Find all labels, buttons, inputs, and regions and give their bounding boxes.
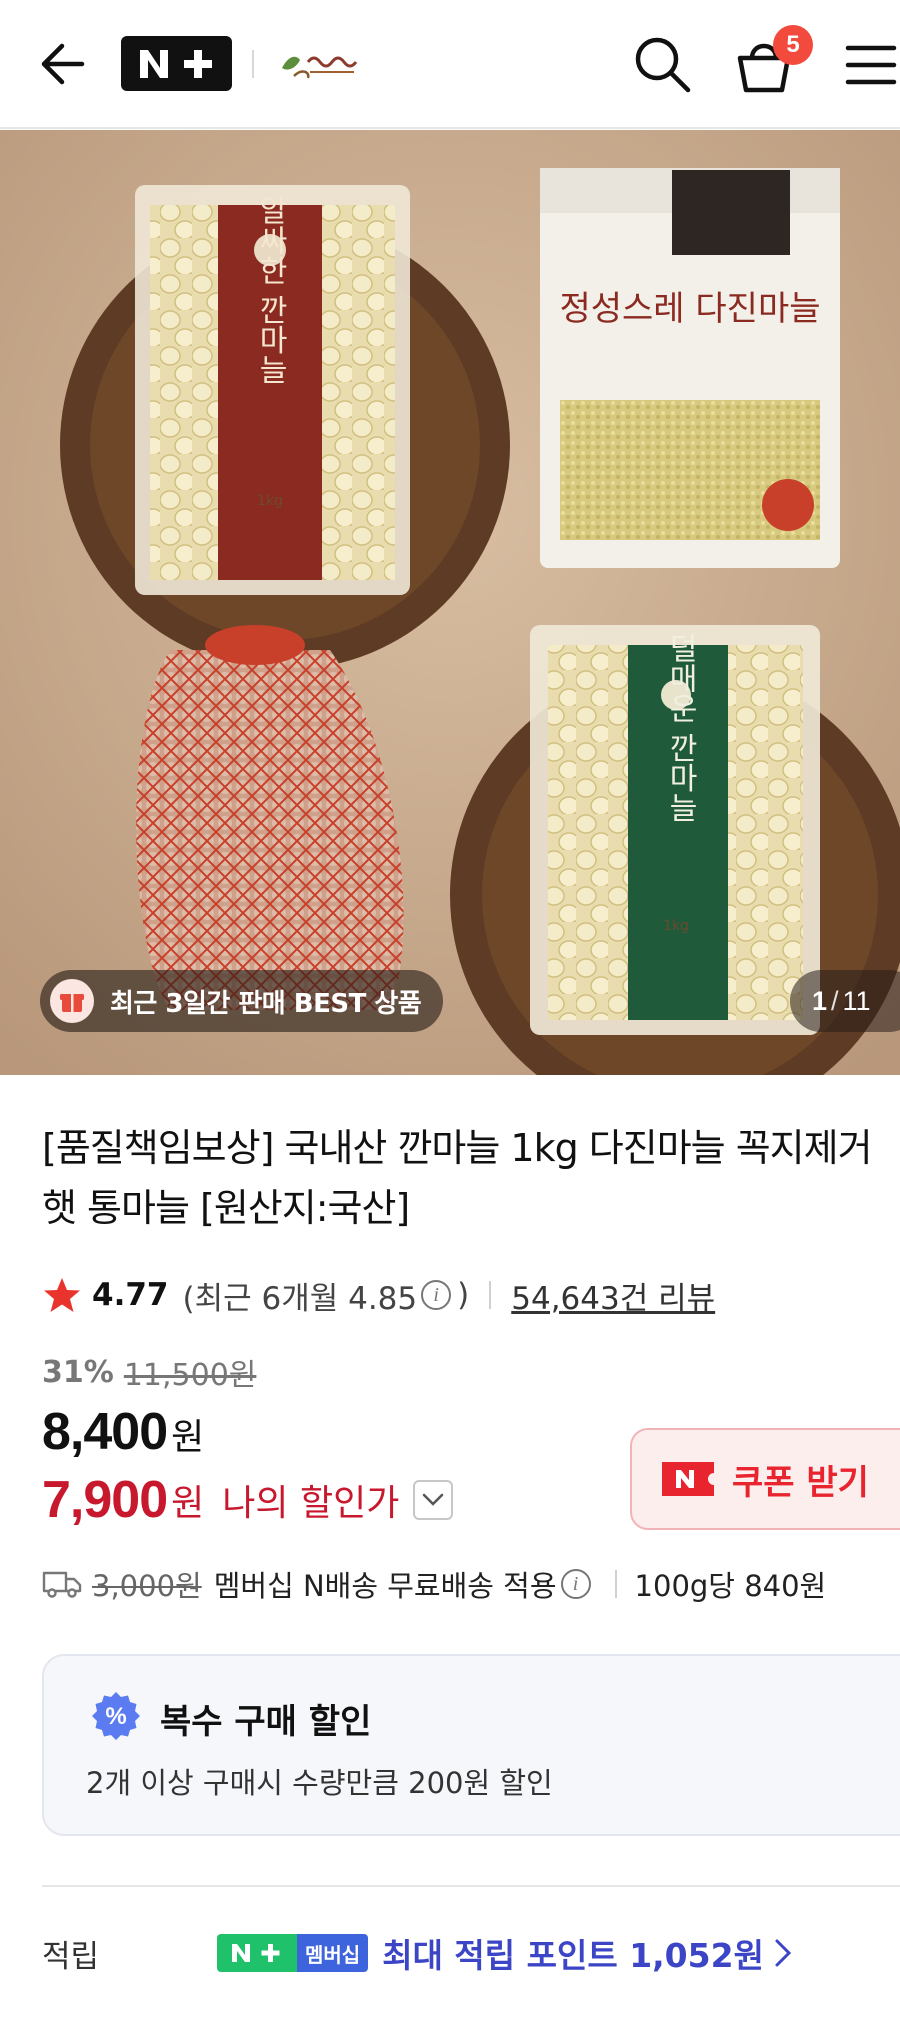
cart-count-badge: 5 [773,25,813,65]
red-package-weight: 1kg [257,493,283,509]
product-title: [품질책임보상] 국내산 깐마늘 1kg 다진마늘 꼭지제거 햇 통마늘 [원산… [42,1126,873,1230]
brand-logo-mark [282,56,358,79]
coupon-label: 쿠폰 받기 [732,1462,869,1503]
rating-score: 4.77 [92,1277,169,1313]
sale-price-number: 8,400 [42,1403,168,1461]
white-package-label: 정성스레 다진마늘 [559,289,820,329]
brand-logo[interactable] [274,38,364,92]
rating-divider [489,1281,492,1309]
delivery-info: 3,000원 멤버십 N배송 무료배송 적용 i 100g당 840원 [42,1562,826,1606]
header-divider [252,50,254,78]
green-package-label: 덜매운 깐마늘 [663,633,698,823]
product-image-carousel[interactable]: 알싸한 깐마늘 덜매운 깐마늘 정성스레 다진마늘 1kg 1kg [0,130,900,1075]
unit-price: 100g당 840원 [634,1569,827,1603]
my-price-expand-button[interactable] [413,1480,454,1520]
image-counter-current: 1 [812,985,828,1016]
delivery-fee: 3,000원 [92,1569,202,1603]
multi-purchase-discount-card: % 복수 구매 할인 2개 이상 구매시 수량만큼 200원 할인 [42,1654,900,1836]
nplus-membership-badge [217,1934,297,1972]
product-photo: 알싸한 깐마늘 덜매운 깐마늘 정성스레 다진마늘 1kg 1kg [0,130,900,1075]
gift-icon [50,979,94,1023]
image-counter: 1 / 11 [790,970,900,1032]
multi-discount-title: 복수 구매 할인 [160,1702,372,1742]
points-label: 적립 [42,1938,100,1975]
arrow-left-icon [41,43,85,85]
menu-icon [845,45,897,85]
rating-row: 4.77 (최근 6개월 4.85 i ) 54,643건 리뷰 [42,1270,715,1320]
svg-text:%: % [105,1703,126,1730]
truck-icon [42,1571,82,1598]
recent-rating-close: ) [457,1277,470,1313]
discount-percent: 31% [42,1354,114,1390]
chevron-right-icon [775,1939,792,1967]
best-seller-badge: 최근 3일간 판매 BEST 상품 [40,970,444,1032]
points-row[interactable]: 적립 멤버십 최대 적립 포인트 1,052원 [42,1928,900,1978]
image-counter-separator: / [831,985,839,1016]
app-header: 5 [0,0,900,129]
get-coupon-button[interactable]: 쿠폰 받기 [630,1428,900,1530]
my-discount-price[interactable]: 7,900 원 나의 할인가 [42,1470,454,1530]
chevron-down-icon [423,1493,444,1506]
sale-price-unit: 원 [171,1417,205,1458]
section-divider [42,1885,900,1887]
percent-badge-icon: % [92,1692,140,1740]
menu-button[interactable] [842,38,900,92]
recent-rating: (최근 6개월 4.85 [182,1280,418,1317]
coupon-icon [662,1462,714,1496]
nplus-logo-mark [139,46,212,81]
search-icon [635,37,691,93]
membership-badge-label: 멤버십 [297,1934,369,1972]
delivery-text: 멤버십 N배송 무료배송 적용 [213,1569,557,1603]
best-seller-text: 최근 3일간 판매 BEST 상품 [110,988,422,1019]
info-icon[interactable]: i [421,1280,452,1310]
green-package-weight: 1kg [663,918,689,934]
star-icon [44,1278,80,1312]
review-count-link[interactable]: 54,643건 리뷰 [511,1273,715,1318]
red-package-label: 알싸한 깐마늘 [253,195,288,385]
my-price-unit: 원 [171,1483,205,1524]
max-points-text: 최대 적립 포인트 1,052원 [382,1936,764,1975]
back-button[interactable] [34,34,94,94]
delivery-divider [614,1570,617,1598]
multi-discount-description: 2개 이상 구매시 수량만큼 200원 할인 [86,1766,553,1800]
nplus-store-logo[interactable] [121,36,232,91]
my-price-number: 7,900 [42,1471,168,1529]
sale-price: 8,400 원 [42,1402,204,1462]
original-price: 11,500원 [123,1358,257,1393]
search-button[interactable] [630,32,694,96]
my-price-label: 나의 할인가 [222,1483,400,1524]
discount-row: 31% 11,500원 [42,1350,256,1394]
delivery-info-icon[interactable]: i [560,1569,591,1599]
image-counter-total: 11 [842,985,871,1016]
